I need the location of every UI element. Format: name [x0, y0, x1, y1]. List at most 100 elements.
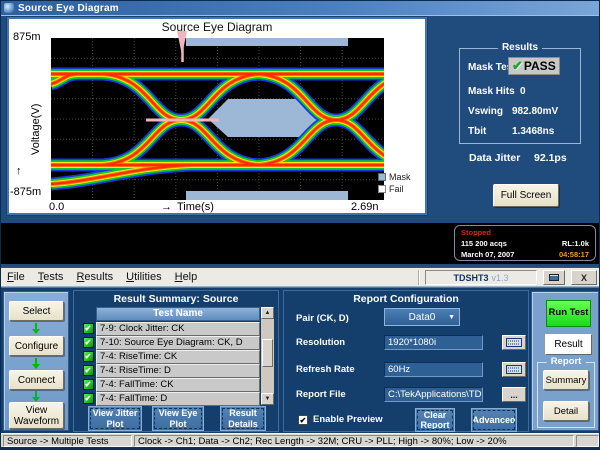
resolution-keypad-button[interactable]	[502, 335, 526, 350]
mask-test-status-badge: ✔ PASS	[508, 57, 560, 75]
table-row[interactable]: ✔ 7-9: Clock Jitter: CK	[80, 322, 260, 336]
connect-button[interactable]: Connect	[9, 370, 64, 390]
report-file-label: Report File	[296, 389, 346, 400]
resolution-label: Resolution	[296, 337, 345, 348]
full-screen-button[interactable]: Full Screen	[493, 184, 559, 207]
scroll-down-icon[interactable]: ▼	[261, 393, 274, 405]
x-axis-title: Time(s)	[177, 201, 214, 213]
report-configuration-title: Report Configuration	[284, 293, 528, 305]
table-row[interactable]: ✔ 7-4: RiseTime: CK	[80, 350, 260, 364]
tbit-value: 1.3468ns	[512, 126, 554, 137]
scope-time: 04:58:17	[559, 250, 589, 261]
table-row[interactable]: ✔ 7-4: FallTime: D	[80, 392, 260, 406]
result-button[interactable]: Result	[545, 334, 592, 355]
eye-diagram-window: Source Eye Diagram	[7, 17, 427, 215]
workflow-arrow-icon	[32, 391, 40, 402]
workflow-arrow-icon	[32, 323, 40, 334]
eye-diagram-title: Source Eye Diagram	[9, 20, 425, 34]
acquisition-state: Stopped	[461, 228, 491, 239]
scope-status-box: Stopped 115 200 acqs RL:1.0k March 07, 2…	[454, 225, 596, 261]
scroll-up-icon[interactable]: ▲	[261, 307, 274, 319]
tdsht3-application-window: Source Eye Diagram Source Eye Diagram	[0, 0, 600, 450]
result-details-button[interactable]: Result Details	[220, 406, 266, 431]
menu-bar: File Tests Results Utilities Help TDSHT3…	[1, 267, 600, 287]
pass-text: PASS	[524, 59, 556, 73]
data-jitter-label: Data Jitter	[469, 152, 520, 164]
results-group-title: Results	[498, 42, 542, 53]
y-axis-max-label: 875m	[13, 31, 41, 43]
status-configuration: Clock -> Ch1; Data -> Ch2; Rec Length ->…	[134, 435, 574, 447]
refresh-keypad-button[interactable]	[502, 362, 526, 377]
refresh-rate-input[interactable]: 60Hz	[384, 362, 483, 377]
status-spacer	[576, 435, 599, 447]
right-arrow-icon: →	[161, 201, 172, 213]
summary-button[interactable]: Summary	[543, 370, 589, 390]
configure-button[interactable]: Configure	[9, 336, 64, 356]
menu-utilities[interactable]: Utilities	[126, 271, 161, 283]
close-icon: X	[581, 273, 587, 283]
keyboard-icon	[506, 338, 522, 347]
fail-legend-label: Fail	[389, 184, 404, 194]
x-axis-max-label: 2.69n	[351, 201, 379, 213]
clear-report-button[interactable]: Clear Report	[415, 408, 455, 432]
close-app-button[interactable]: X	[571, 270, 597, 285]
view-jitter-plot-button[interactable]: View Jitter Plot	[88, 406, 142, 431]
table-row[interactable]: ✔ 7-10: Source Eye Diagram: CK, D	[80, 336, 260, 350]
results-groupbox: Results Mask Test ✔ PASS Mask Hits 0 Vsw…	[459, 48, 581, 144]
status-bar: Source -> Multiple Tests Clock -> Ch1; D…	[1, 433, 600, 447]
view-waveform-button[interactable]: View Waveform	[9, 402, 64, 429]
fail-legend-swatch	[378, 185, 386, 193]
record-length: RL:1.0k	[562, 239, 589, 250]
pass-check-icon: ✔	[83, 323, 94, 334]
select-button[interactable]: Select	[9, 301, 64, 321]
browse-button[interactable]: ...	[502, 387, 526, 402]
table-header-test-name: Test Name	[96, 307, 260, 321]
minimize-app-button[interactable]	[543, 270, 565, 285]
menu-tests[interactable]: Tests	[38, 271, 64, 283]
report-groupbox: Report Summary Detail	[537, 362, 595, 428]
view-eye-plot-button[interactable]: View Eye Plot	[152, 406, 204, 431]
pass-check-icon: ✔	[83, 337, 94, 348]
eye-diagram-canvas	[51, 38, 384, 200]
resolution-input[interactable]: 1920*1080i	[384, 335, 483, 350]
table-scrollbar[interactable]: ▲ ▼	[261, 307, 274, 405]
window-titlebar[interactable]: Source Eye Diagram	[1, 1, 600, 16]
menu-results[interactable]: Results	[76, 271, 113, 283]
enable-preview-label: Enable Preview	[313, 414, 383, 425]
detail-button[interactable]: Detail	[543, 401, 589, 421]
pair-value: Data0	[409, 312, 436, 323]
eye-diagram-plot	[51, 38, 384, 200]
app-icon	[4, 3, 14, 13]
mask-legend-label: Mask	[389, 172, 411, 182]
acquisition-count: 115 200 acqs	[461, 239, 507, 250]
menu-help[interactable]: Help	[175, 271, 198, 283]
plot-legend: Mask Fail	[378, 171, 411, 195]
test-name: 7-4: RiseTime: D	[96, 364, 260, 378]
result-summary-table: Test Name ✔ 7-9: Clock Jitter: CK ✔ 7-10…	[80, 307, 274, 407]
run-test-button[interactable]: Run Test	[546, 300, 591, 327]
up-arrow-icon: ↑	[16, 165, 22, 177]
scrollbar-thumb[interactable]	[262, 339, 273, 367]
app-name: TDSHT3	[453, 273, 488, 283]
app-version-box: TDSHT3 v1.3	[425, 270, 537, 285]
test-name: 7-10: Source Eye Diagram: CK, D	[96, 336, 260, 350]
menu-file[interactable]: File	[7, 271, 25, 283]
test-name: 7-4: FallTime: CK	[96, 378, 260, 392]
enable-preview-checkbox[interactable]: ✔	[298, 415, 308, 425]
report-file-input[interactable]: C:\TekApplications\TDSHT	[384, 387, 483, 402]
advanced-button[interactable]: Advanced	[471, 408, 517, 432]
keyboard-icon	[506, 365, 522, 374]
mask-hits-label: Mask Hits	[468, 86, 515, 97]
mask-hits-value: 0	[520, 86, 526, 97]
report-group-title: Report	[547, 356, 586, 367]
table-row[interactable]: ✔ 7-4: RiseTime: D	[80, 364, 260, 378]
test-name: 7-9: Clock Jitter: CK	[96, 322, 260, 336]
table-row[interactable]: ✔ 7-4: FallTime: CK	[80, 378, 260, 392]
control-area: Select Configure Connect View Waveform R…	[1, 287, 600, 433]
pair-dropdown[interactable]: Data0 ▼	[384, 308, 460, 326]
test-name: 7-4: FallTime: D	[96, 392, 260, 406]
x-axis-min-label: 0.0	[49, 201, 64, 213]
result-summary-title: Result Summary: Source	[74, 293, 278, 305]
vswing-label: Vswing	[468, 106, 503, 117]
workflow-arrow-icon	[32, 358, 40, 369]
